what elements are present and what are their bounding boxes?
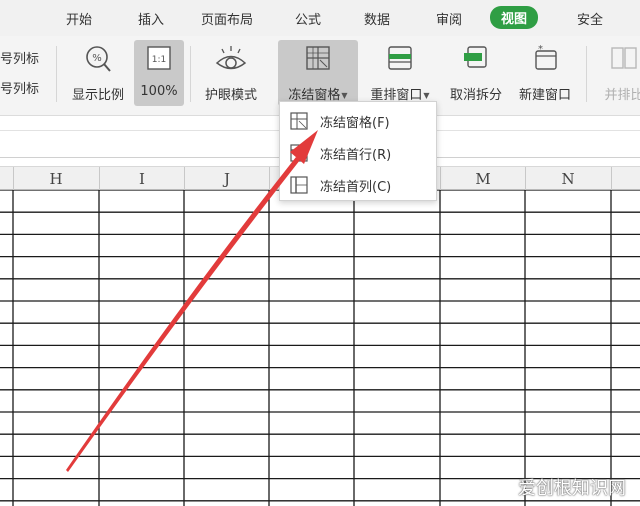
unsplit-button[interactable]: 取消拆分 [444,40,508,106]
ribbon-divider [586,46,587,102]
menu-tab-bar: 开始 插入 页面布局 公式 数据 审阅 视图 安全 [0,0,640,36]
freeze-top-row-menu-item[interactable]: 冻结首行(R) [280,137,436,167]
column-divider[interactable] [525,167,526,191]
freeze-first-column-menu-item[interactable]: 冻结首列(C) [280,169,436,199]
column-header-h[interactable]: H [13,170,99,188]
svg-text:1:1: 1:1 [152,55,166,65]
svg-text:%: % [92,53,102,64]
column-divider[interactable] [13,167,14,191]
zoom-ratio-button[interactable]: % 显示比例 [66,40,130,106]
eye-protection-label: 护眼模式 [204,88,257,103]
tab-security[interactable]: 安全 [577,9,603,28]
freeze-first-column-menu-label: 冻结首列(C) [320,180,392,195]
side-by-side-button[interactable]: 并排比 [596,40,640,106]
column-header-i[interactable]: I [99,170,185,188]
zoom-100-button[interactable]: 1:1 100% [134,40,184,106]
tab-view[interactable]: 视图 [490,6,539,29]
tab-data[interactable]: 数据 [364,9,390,28]
column-header-m[interactable]: M [440,170,526,188]
column-divider[interactable] [99,167,100,191]
tab-insert[interactable]: 插入 [138,9,164,28]
arrange-windows-icon [386,44,414,78]
zoom-ratio-label: 显示比例 [71,88,124,103]
tab-formulas[interactable]: 公式 [295,9,321,28]
column-divider[interactable] [611,167,612,191]
side-by-side-label: 并排比 [604,88,640,103]
ribbon-divider [190,46,191,102]
chevron-down-icon: ▼ [423,91,430,100]
freeze-panes-button[interactable]: 冻结窗格▼ [278,40,358,106]
ribbon-divider [56,46,57,102]
tab-home[interactable]: 开始 [66,9,92,28]
column-divider[interactable] [269,167,270,191]
svg-text:*: * [538,44,543,55]
eye-icon [214,44,248,80]
row-col-header-option-2[interactable]: 号列标 [0,78,39,97]
tab-review[interactable]: 审阅 [436,9,462,28]
new-window-label: 新建窗口 [518,88,571,103]
eye-protection-button[interactable]: 护眼模式 [198,40,264,106]
new-window-icon: * [530,44,560,78]
column-divider[interactable] [184,167,185,191]
freeze-panes-menu-label: 冻结窗格(F) [320,116,390,131]
freeze-top-row-menu-label: 冻结首行(R) [320,148,392,163]
freeze-top-row-icon [290,144,308,166]
zoom-100-label: 100% [140,84,178,99]
column-divider[interactable] [440,167,441,191]
column-header-j[interactable]: J [184,170,270,188]
one-to-one-icon: 1:1 [145,44,173,78]
new-window-button[interactable]: * 新建窗口 [512,40,578,106]
freeze-panes-icon [290,112,308,134]
column-header-n[interactable]: N [525,170,611,188]
freeze-first-column-icon [290,176,308,198]
chevron-down-icon: ▼ [341,91,348,100]
split-window-icon [461,44,491,78]
unsplit-label: 取消拆分 [449,88,502,103]
tab-page-layout[interactable]: 页面布局 [201,9,253,28]
side-by-side-icon [610,44,638,78]
freeze-panes-dropdown: 冻结窗格(F) 冻结首行(R) 冻结首列(C) [279,101,437,201]
row-col-header-option-1[interactable]: 号列标 [0,48,39,67]
arrange-windows-button[interactable]: 重排窗口▼ [362,40,438,106]
zoom-magnifier-icon: % [83,44,113,80]
freeze-panes-icon [304,44,332,78]
cell-grid[interactable] [0,190,640,506]
freeze-panes-menu-item[interactable]: 冻结窗格(F) [280,105,436,135]
watermark: 爱创根知识网 [518,478,626,499]
